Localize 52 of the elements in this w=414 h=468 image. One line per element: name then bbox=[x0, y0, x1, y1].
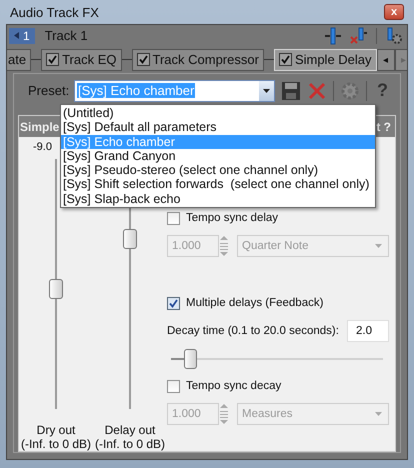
plugin-button[interactable]: ate bbox=[7, 48, 32, 71]
scroll-left-button[interactable]: ◂ bbox=[376, 48, 395, 71]
save-icon[interactable] bbox=[281, 80, 302, 101]
preset-option[interactable]: [Sys] Pseudo-stereo (select one channel only) bbox=[61, 163, 375, 178]
checkbox-label: Tempo sync decay bbox=[186, 380, 282, 392]
preset-option[interactable]: [Sys] Grand Canyon bbox=[61, 148, 375, 164]
field-label: Decay time (0.1 to 20.0 seconds): bbox=[167, 325, 339, 337]
caret-icon bbox=[375, 244, 382, 248]
checkbox-label: Tempo sync delay bbox=[186, 212, 278, 224]
slider-reading: -9.0 bbox=[33, 141, 52, 153]
slider-label: Dry out bbox=[36, 423, 76, 437]
decay-time-field[interactable]: 2.0 bbox=[347, 320, 389, 342]
preset-combobox[interactable]: [Sys] Echo chamber bbox=[74, 80, 276, 102]
track-name: Track 1 bbox=[44, 28, 88, 44]
window-title: Audio Track FX bbox=[10, 4, 99, 20]
check-icon bbox=[280, 55, 290, 64]
checkbox[interactable] bbox=[46, 53, 60, 66]
checkbox-label: Multiple delays (Feedback) bbox=[186, 297, 324, 309]
checkbox[interactable] bbox=[278, 53, 292, 66]
checkbox[interactable] bbox=[167, 212, 180, 224]
caret-icon bbox=[375, 412, 382, 416]
slider-label: Delay out bbox=[104, 423, 156, 437]
plugin-settings-icon[interactable] bbox=[385, 26, 403, 45]
checkbox[interactable] bbox=[136, 53, 150, 66]
checkbox[interactable] bbox=[167, 296, 180, 310]
checkbox[interactable] bbox=[167, 380, 180, 392]
slider-thumb[interactable] bbox=[184, 349, 198, 369]
panel-title: Simple bbox=[20, 120, 60, 134]
insert-plugin-icon[interactable] bbox=[324, 26, 342, 45]
check-icon bbox=[138, 55, 148, 64]
preset-option[interactable]: [Sys] Default all parameters bbox=[61, 120, 375, 135]
preset-option[interactable]: [Sys] Slap-back echo bbox=[61, 192, 375, 206]
close-button[interactable]: x bbox=[384, 4, 404, 20]
slider-thumb[interactable] bbox=[49, 279, 63, 299]
preset-option[interactable]: [Sys] Shift selection forwards (select one channel only) bbox=[61, 177, 375, 192]
check-icon bbox=[169, 298, 178, 308]
slider-thumb[interactable] bbox=[123, 229, 137, 249]
preset-label: Preset: bbox=[28, 83, 68, 98]
plugin-button[interactable]: Simple Delay bbox=[274, 48, 377, 71]
caret-icon bbox=[263, 88, 270, 93]
preset-dropdown-menu[interactable] bbox=[60, 104, 376, 208]
help-button[interactable]: ? bbox=[372, 80, 392, 102]
plugin-button[interactable]: Track EQ bbox=[41, 48, 122, 71]
plugin-button[interactable]: Track Compressor bbox=[132, 48, 264, 71]
slider-range: (-Inf. to 0 dB) bbox=[94, 437, 166, 451]
check-icon bbox=[48, 55, 58, 64]
preset-option[interactable]: [Sys] Echo chamber bbox=[61, 134, 375, 149]
arrow-icon bbox=[14, 32, 19, 40]
slider-range: (-Inf. to 0 dB) bbox=[20, 437, 92, 451]
preset-option[interactable]: (Untitled) bbox=[61, 106, 375, 120]
track-number-badge[interactable]: 1 bbox=[9, 28, 35, 44]
panel-header-text: t ? bbox=[376, 120, 391, 134]
